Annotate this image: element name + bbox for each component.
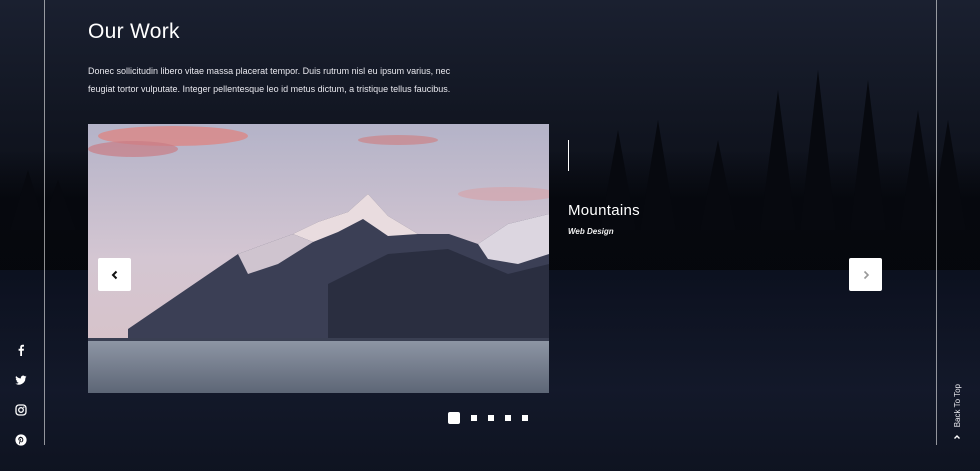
next-slide-button[interactable] bbox=[849, 258, 882, 291]
mountain-photo bbox=[88, 124, 549, 393]
slide-category: Web Design bbox=[568, 227, 614, 236]
pagination-dot-3[interactable] bbox=[488, 415, 494, 421]
prev-slide-button[interactable] bbox=[98, 258, 131, 291]
slide-image bbox=[88, 124, 549, 393]
slider-pagination bbox=[448, 412, 528, 424]
pinterest-icon bbox=[15, 434, 27, 446]
section-intro: Donec sollicitudin libero vitae massa pl… bbox=[88, 66, 451, 94]
pinterest-link[interactable] bbox=[14, 433, 28, 447]
pagination-dot-4[interactable] bbox=[505, 415, 511, 421]
pagination-dot-1[interactable] bbox=[448, 412, 460, 424]
instagram-icon bbox=[15, 404, 27, 416]
twitter-link[interactable] bbox=[14, 373, 28, 387]
instagram-link[interactable] bbox=[14, 403, 28, 417]
back-to-top-label: Back To Top bbox=[952, 384, 962, 428]
page-title: Our Work bbox=[88, 20, 180, 43]
pagination-dot-5[interactable] bbox=[522, 415, 528, 421]
pagination-dot-2[interactable] bbox=[471, 415, 477, 421]
slide-title: Mountains bbox=[568, 202, 640, 219]
caption-accent-line bbox=[568, 140, 569, 171]
chevron-left-icon bbox=[111, 270, 117, 279]
left-frame-line bbox=[44, 0, 45, 445]
right-frame-line bbox=[936, 0, 937, 445]
facebook-icon bbox=[18, 344, 24, 356]
twitter-icon bbox=[15, 375, 27, 385]
facebook-link[interactable] bbox=[14, 343, 28, 357]
chevron-right-icon bbox=[863, 270, 869, 279]
back-to-top-link[interactable]: Back To Top bbox=[950, 384, 964, 444]
chevron-up-icon bbox=[954, 435, 960, 440]
